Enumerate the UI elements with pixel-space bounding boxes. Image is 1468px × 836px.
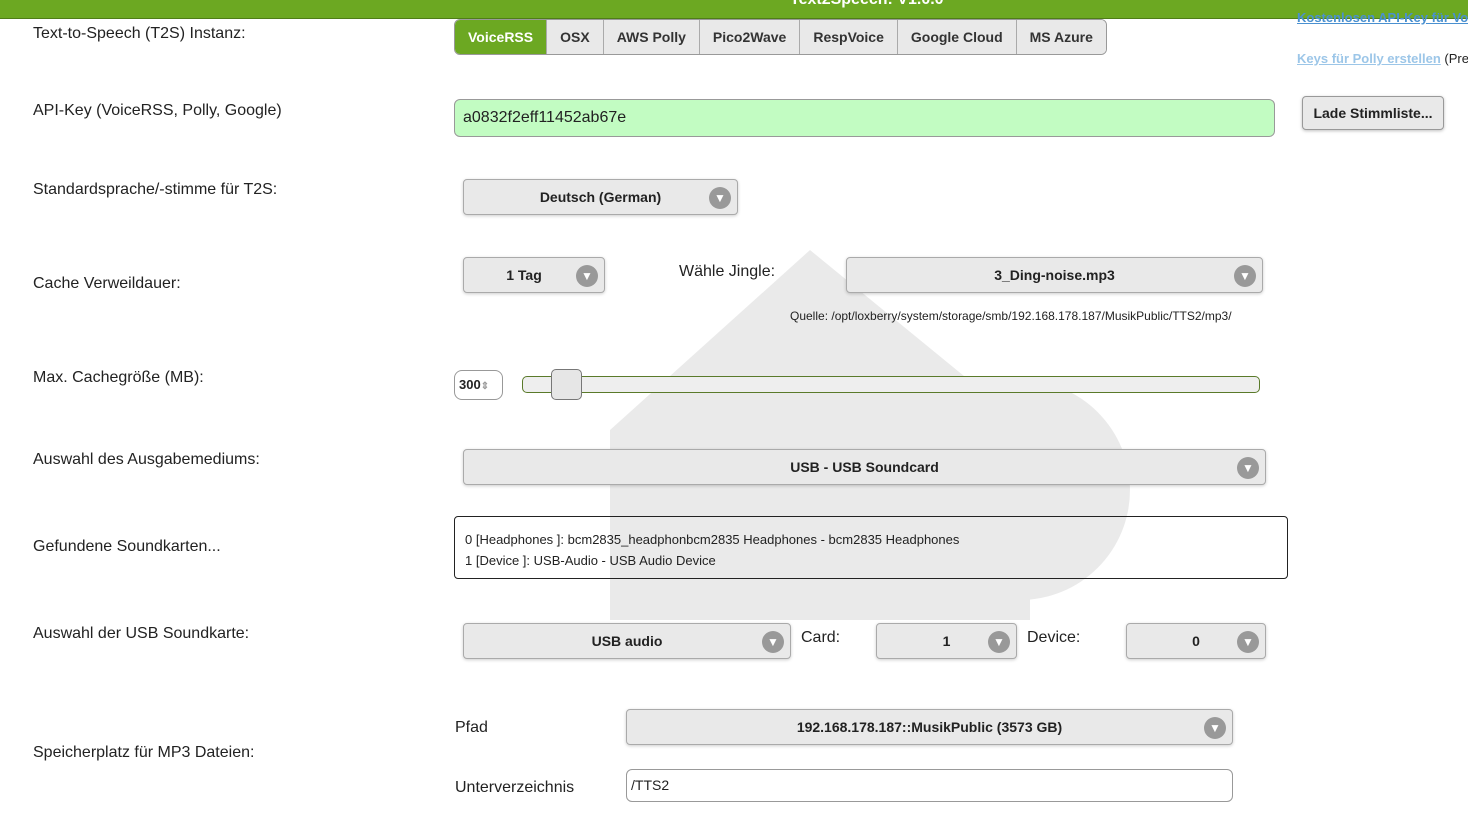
soundcards-label: Gefundene Soundkarten... <box>33 538 221 555</box>
soundcard-line: 1 [Device ]: USB-Audio - USB Audio Devic… <box>465 553 716 568</box>
output-select[interactable]: USB - USB Soundcard ▼ <box>463 449 1266 485</box>
slider-thumb[interactable] <box>551 369 583 400</box>
chevron-down-icon: ▼ <box>1237 631 1259 653</box>
cache-size-slider[interactable] <box>522 369 1260 400</box>
language-select[interactable]: Deutsch (German) ▼ <box>463 179 738 215</box>
chevron-down-icon: ▼ <box>988 631 1010 653</box>
chevron-down-icon: ▼ <box>1204 717 1226 739</box>
tab-osx[interactable]: OSX <box>546 20 603 54</box>
storage-label: Speicherplatz für MP3 Dateien: <box>33 744 255 761</box>
path-label: Pfad <box>455 719 488 736</box>
path-select[interactable]: 192.168.178.187::MusikPublic (3573 GB) ▼ <box>626 709 1233 745</box>
language-value: Deutsch (German) <box>539 189 662 205</box>
path-value: 192.168.178.187::MusikPublic (3573 GB) <box>796 719 1063 735</box>
tab-google-cloud[interactable]: Google Cloud <box>896 20 1016 54</box>
usb-select[interactable]: USB audio ▼ <box>463 623 791 659</box>
subdir-label: Unterverzeichnis <box>455 779 575 796</box>
page-title: Text2Speech: V1.0.0 <box>790 0 944 9</box>
cache-size-value: 300 <box>459 377 481 392</box>
card-label: Card: <box>801 629 841 646</box>
jingle-value: 3_Ding-noise.mp3 <box>994 267 1115 283</box>
api-key-input[interactable]: a0832f2eff11452ab67e <box>454 99 1275 137</box>
cache-size-label: Max. Cachegröße (MB): <box>33 369 204 386</box>
chevron-down-icon: ▼ <box>762 631 784 653</box>
card-select[interactable]: 1 ▼ <box>876 623 1017 659</box>
device-label: Device: <box>1027 629 1081 646</box>
api-key-label: API-Key (VoiceRSS, Polly, Google) <box>33 102 282 119</box>
cache-duration-value: 1 Tag <box>506 267 542 283</box>
soundcards-list: 0 [Headphones ]: bcm2835_headphonbcm2835… <box>454 516 1288 579</box>
header-bar: Text2Speech: V1.0.0 <box>0 0 1468 19</box>
language-label: Standardsprache/-stimme für T2S: <box>33 181 278 198</box>
subdir-input[interactable]: /TTS2 <box>626 769 1233 802</box>
cache-duration-select[interactable]: 1 Tag ▼ <box>463 257 605 293</box>
jingle-select[interactable]: 3_Ding-noise.mp3 ▼ <box>846 257 1263 293</box>
cache-label: Cache Verweildauer: <box>33 275 181 292</box>
card-value: 1 <box>942 633 951 649</box>
tab-voicerss[interactable]: VoiceRSS <box>455 20 547 54</box>
polly-keys-link[interactable]: Keys für Polly erstellen <box>1297 51 1441 66</box>
engine-label: Text-to-Speech (T2S) Instanz: <box>33 25 246 42</box>
chevron-down-icon: ▼ <box>1234 265 1256 287</box>
device-select[interactable]: 0 ▼ <box>1126 623 1266 659</box>
jingle-source-path: Quelle: /opt/loxberry/system/storage/smb… <box>790 309 1232 323</box>
tab-aws-polly[interactable]: AWS Polly <box>602 20 699 54</box>
tab-pico2wave[interactable]: Pico2Wave <box>698 20 800 54</box>
chevron-down-icon: ▼ <box>709 187 731 209</box>
cache-size-input[interactable]: 300⇕ <box>454 370 503 400</box>
load-voices-button[interactable]: Lade Stimmliste... <box>1302 96 1444 130</box>
chevron-down-icon: ▼ <box>576 265 598 287</box>
tab-respvoice[interactable]: RespVoice <box>799 20 897 54</box>
chevron-down-icon: ▼ <box>1237 457 1259 479</box>
jingle-label: Wähle Jingle: <box>679 263 776 280</box>
api-key-link[interactable]: Kostenlosen API-Key für VoiceRSS <box>1297 10 1468 25</box>
output-label: Auswahl des Ausgabemediums: <box>33 451 260 468</box>
device-value: 0 <box>1192 633 1200 649</box>
spinner-icon: ⇕ <box>480 381 490 392</box>
soundcard-line: 0 [Headphones ]: bcm2835_headphonbcm2835… <box>465 532 960 547</box>
usb-label: Auswahl der USB Soundkarte: <box>33 625 250 642</box>
output-value: USB - USB Soundcard <box>790 459 939 475</box>
tab-ms-azure[interactable]: MS Azure <box>1015 20 1106 54</box>
polly-suffix: (Pre <box>1444 51 1468 66</box>
engine-tabs: VoiceRSS OSX AWS Polly Pico2Wave RespVoi… <box>454 19 1107 55</box>
usb-value: USB audio <box>591 633 663 649</box>
